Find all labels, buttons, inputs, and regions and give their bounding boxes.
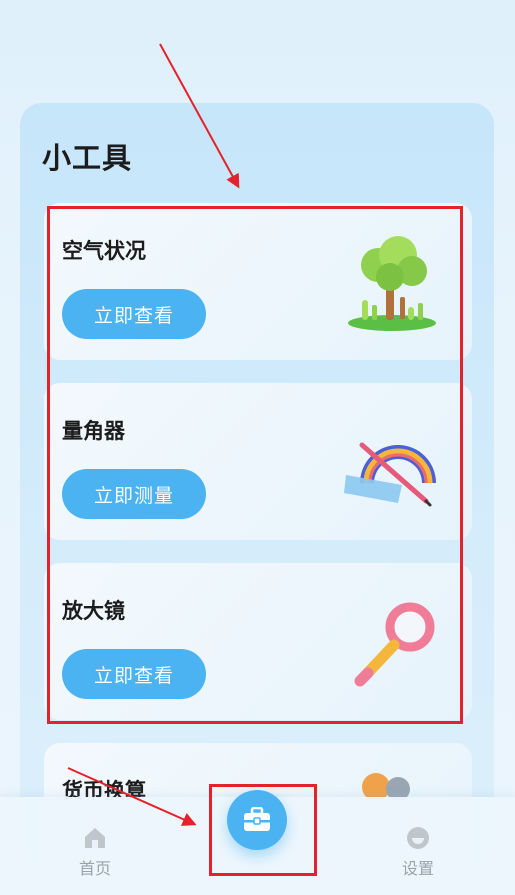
tab-home-label: 首页 xyxy=(78,859,111,878)
tab-settings-label: 设置 xyxy=(401,859,434,878)
home-icon xyxy=(85,828,105,848)
tab-settings[interactable]: 设置 xyxy=(388,825,448,879)
tab-home[interactable]: 首页 xyxy=(65,825,125,879)
settings-icon xyxy=(407,827,429,849)
section-title: 小工具 xyxy=(42,141,133,175)
annotation-box-cards xyxy=(47,206,463,724)
annotation-box-toolbox xyxy=(209,784,317,876)
